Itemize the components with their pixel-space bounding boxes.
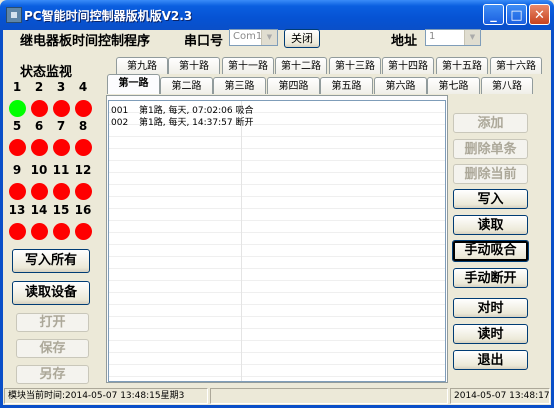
status-led [75,223,92,240]
tab-top[interactable]: 第九路 [116,57,168,74]
status-led [75,183,92,200]
write-button[interactable]: 写入 [453,189,528,209]
tab-top[interactable]: 第十四路 [382,57,434,74]
led-number: 11 [52,163,70,177]
status-led [31,100,48,117]
close-window-button[interactable]: ✕ [529,4,550,25]
statusbar-pc-time: 2014-05-07 13:48:17 [450,388,550,404]
maximize-button[interactable]: □ [506,4,527,25]
led-number: 6 [34,119,44,133]
write-all-button[interactable]: 写入所有 [12,249,90,273]
status-led [53,100,70,117]
statusbar-module-time: 模块当前时间:2014-05-07 13:48:15星期3 [4,388,208,404]
port-close-button[interactable]: 关闭 [284,29,320,48]
exit-button[interactable]: 退出 [453,350,528,370]
tab-bottom[interactable]: 第六路 [374,77,427,94]
address-value: 1 [429,31,436,42]
tab-top[interactable]: 第十三路 [329,57,381,74]
status-led [9,100,26,117]
led-number: 9 [12,163,22,177]
tab-bottom[interactable]: 第八路 [481,77,533,94]
manual-open-button[interactable]: 手动断开 [453,268,528,288]
list-item-number: 002 [111,118,129,128]
tab-bottom[interactable]: 第一路 [107,74,160,94]
chevron-down-icon: ▼ [464,30,480,45]
open-button[interactable]: 打开 [16,313,89,332]
tab-bottom[interactable]: 第二路 [160,77,213,94]
led-number: 5 [12,119,22,133]
save-as-button[interactable]: 另存 [16,365,89,384]
led-number: 10 [30,163,48,177]
status-led [9,223,26,240]
led-number: 3 [56,80,66,94]
port-label: 串口号 [184,34,224,49]
tab-bottom[interactable]: 第五路 [320,77,373,94]
status-led [31,223,48,240]
save-button[interactable]: 保存 [16,339,89,358]
delete-one-button[interactable]: 删除单条 [453,139,528,159]
chevron-down-icon: ▼ [261,30,277,45]
list-item[interactable]: 002 第1路, 每天, 14:37:57 断开 [111,115,253,128]
tab-bottom[interactable]: 第四路 [267,77,320,94]
port-value: Com1 [233,31,263,42]
address-select[interactable]: 1 ▼ [425,29,481,46]
tab-bottom[interactable]: 第七路 [427,77,480,94]
minimize-button[interactable]: _ [483,4,504,25]
led-number: 7 [56,119,66,133]
status-led [9,183,26,200]
led-number: 13 [8,203,26,217]
sync-time-button[interactable]: 对时 [453,298,528,318]
read-time-button[interactable]: 读时 [453,324,528,344]
list-item-text: 第1路, 每天, 14:37:57 断开 [139,118,254,128]
tab-bottom[interactable]: 第三路 [213,77,266,94]
read-device-button[interactable]: 读取设备 [12,281,90,305]
manual-close-button[interactable]: 手动吸合 [452,240,529,262]
led-number: 14 [30,203,48,217]
status-led [53,223,70,240]
status-led [53,139,70,156]
port-select[interactable]: Com1 ▼ [229,29,278,46]
led-number: 2 [34,80,44,94]
window-title: PC智能时间控制器版机版V2.3 [24,9,193,23]
add-button[interactable]: 添加 [453,113,528,133]
statusbar-middle [210,388,448,404]
led-number: 1 [12,80,22,94]
tab-top[interactable]: 第十五路 [436,57,488,74]
status-led [31,139,48,156]
app-icon [6,7,22,23]
status-led [75,139,92,156]
tab-top[interactable]: 第十六路 [490,57,542,74]
status-led [31,183,48,200]
status-led [9,139,26,156]
read-button[interactable]: 读取 [453,215,528,235]
status-monitor-title: 状态监视 [20,65,73,80]
status-led [75,100,92,117]
list-column-divider [241,101,242,381]
address-label: 地址 [391,34,418,49]
tab-top[interactable]: 第十一路 [222,57,274,74]
led-number: 8 [78,119,88,133]
status-led [53,183,70,200]
tab-top[interactable]: 第十二路 [275,57,327,74]
window-frame-left [0,30,3,408]
led-number: 4 [78,80,88,94]
led-number: 15 [52,203,70,217]
led-number: 12 [74,163,92,177]
led-number: 16 [74,203,92,217]
delete-current-button[interactable]: 删除当前 [453,164,528,184]
tab-top[interactable]: 第十路 [168,57,220,74]
schedule-list[interactable]: 001 第1路, 每天, 07:02:06 吸合 002 第1路, 每天, 14:3… [108,100,446,382]
app-heading: 继电器板时间控制程序 [20,34,151,49]
